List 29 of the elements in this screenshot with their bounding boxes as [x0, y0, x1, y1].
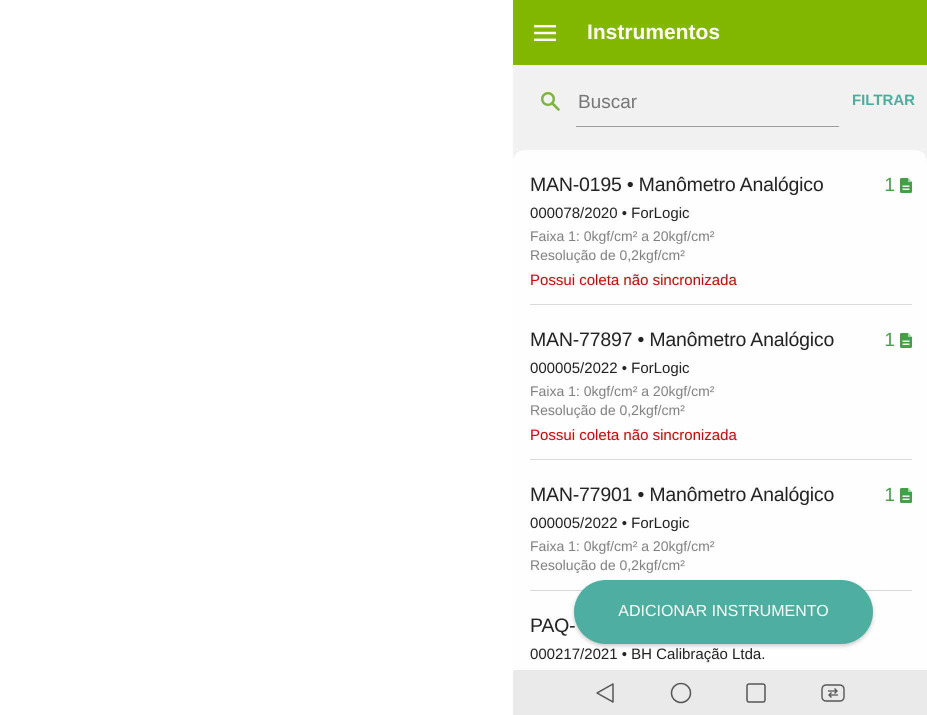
document-icon	[900, 178, 912, 193]
certificate-info: 000217/2021 • BH Calibração Ltda.	[530, 646, 766, 663]
back-icon[interactable]	[595, 682, 616, 704]
certificate-info: 000005/2022 • ForLogic	[530, 515, 691, 532]
instrument-title[interactable]: MAN-77901 • Manômetro Analógico	[530, 484, 834, 507]
switch-apps-icon[interactable]	[820, 684, 845, 702]
instrument-title[interactable]: MAN-0195 • Manômetro Analógico	[530, 174, 824, 197]
resolution-text: Resolução de 0,2kgf/cm²	[530, 556, 686, 575]
screen-title: Instrumentos	[587, 20, 720, 44]
range-text: Faixa 1: 0kgf/cm² a 20kgf/cm²	[530, 537, 716, 556]
document-icon	[900, 488, 912, 503]
resolution-text: Resolução de 0,2kgf/cm²	[530, 246, 686, 265]
sync-warning: Possui coleta não sincronizada	[530, 427, 738, 444]
document-count: 1	[884, 174, 895, 196]
instrument-title[interactable]: MAN-77897 • Manômetro Analógico	[530, 329, 834, 352]
document-count: 1	[884, 484, 895, 506]
certificate-info: 000005/2022 • ForLogic	[530, 360, 691, 377]
search-field[interactable]: Buscar	[576, 86, 839, 127]
sync-warning: Possui coleta não sincronizada	[530, 272, 738, 289]
document-icon	[900, 333, 912, 348]
home-icon[interactable]	[670, 682, 692, 704]
document-count: 1	[884, 330, 895, 352]
resolution-text: Resolução de 0,2kgf/cm²	[530, 401, 686, 420]
range-text: Faixa 1: 0kgf/cm² a 20kgf/cm²	[530, 382, 716, 401]
certificate-info: 000078/2020 • ForLogic	[530, 205, 691, 222]
search-icon	[540, 90, 560, 110]
instrument-title[interactable]: PAQ-	[530, 615, 576, 638]
range-text: Faixa 1: 0kgf/cm² a 20kgf/cm²	[530, 227, 716, 246]
recents-icon[interactable]	[746, 682, 766, 702]
